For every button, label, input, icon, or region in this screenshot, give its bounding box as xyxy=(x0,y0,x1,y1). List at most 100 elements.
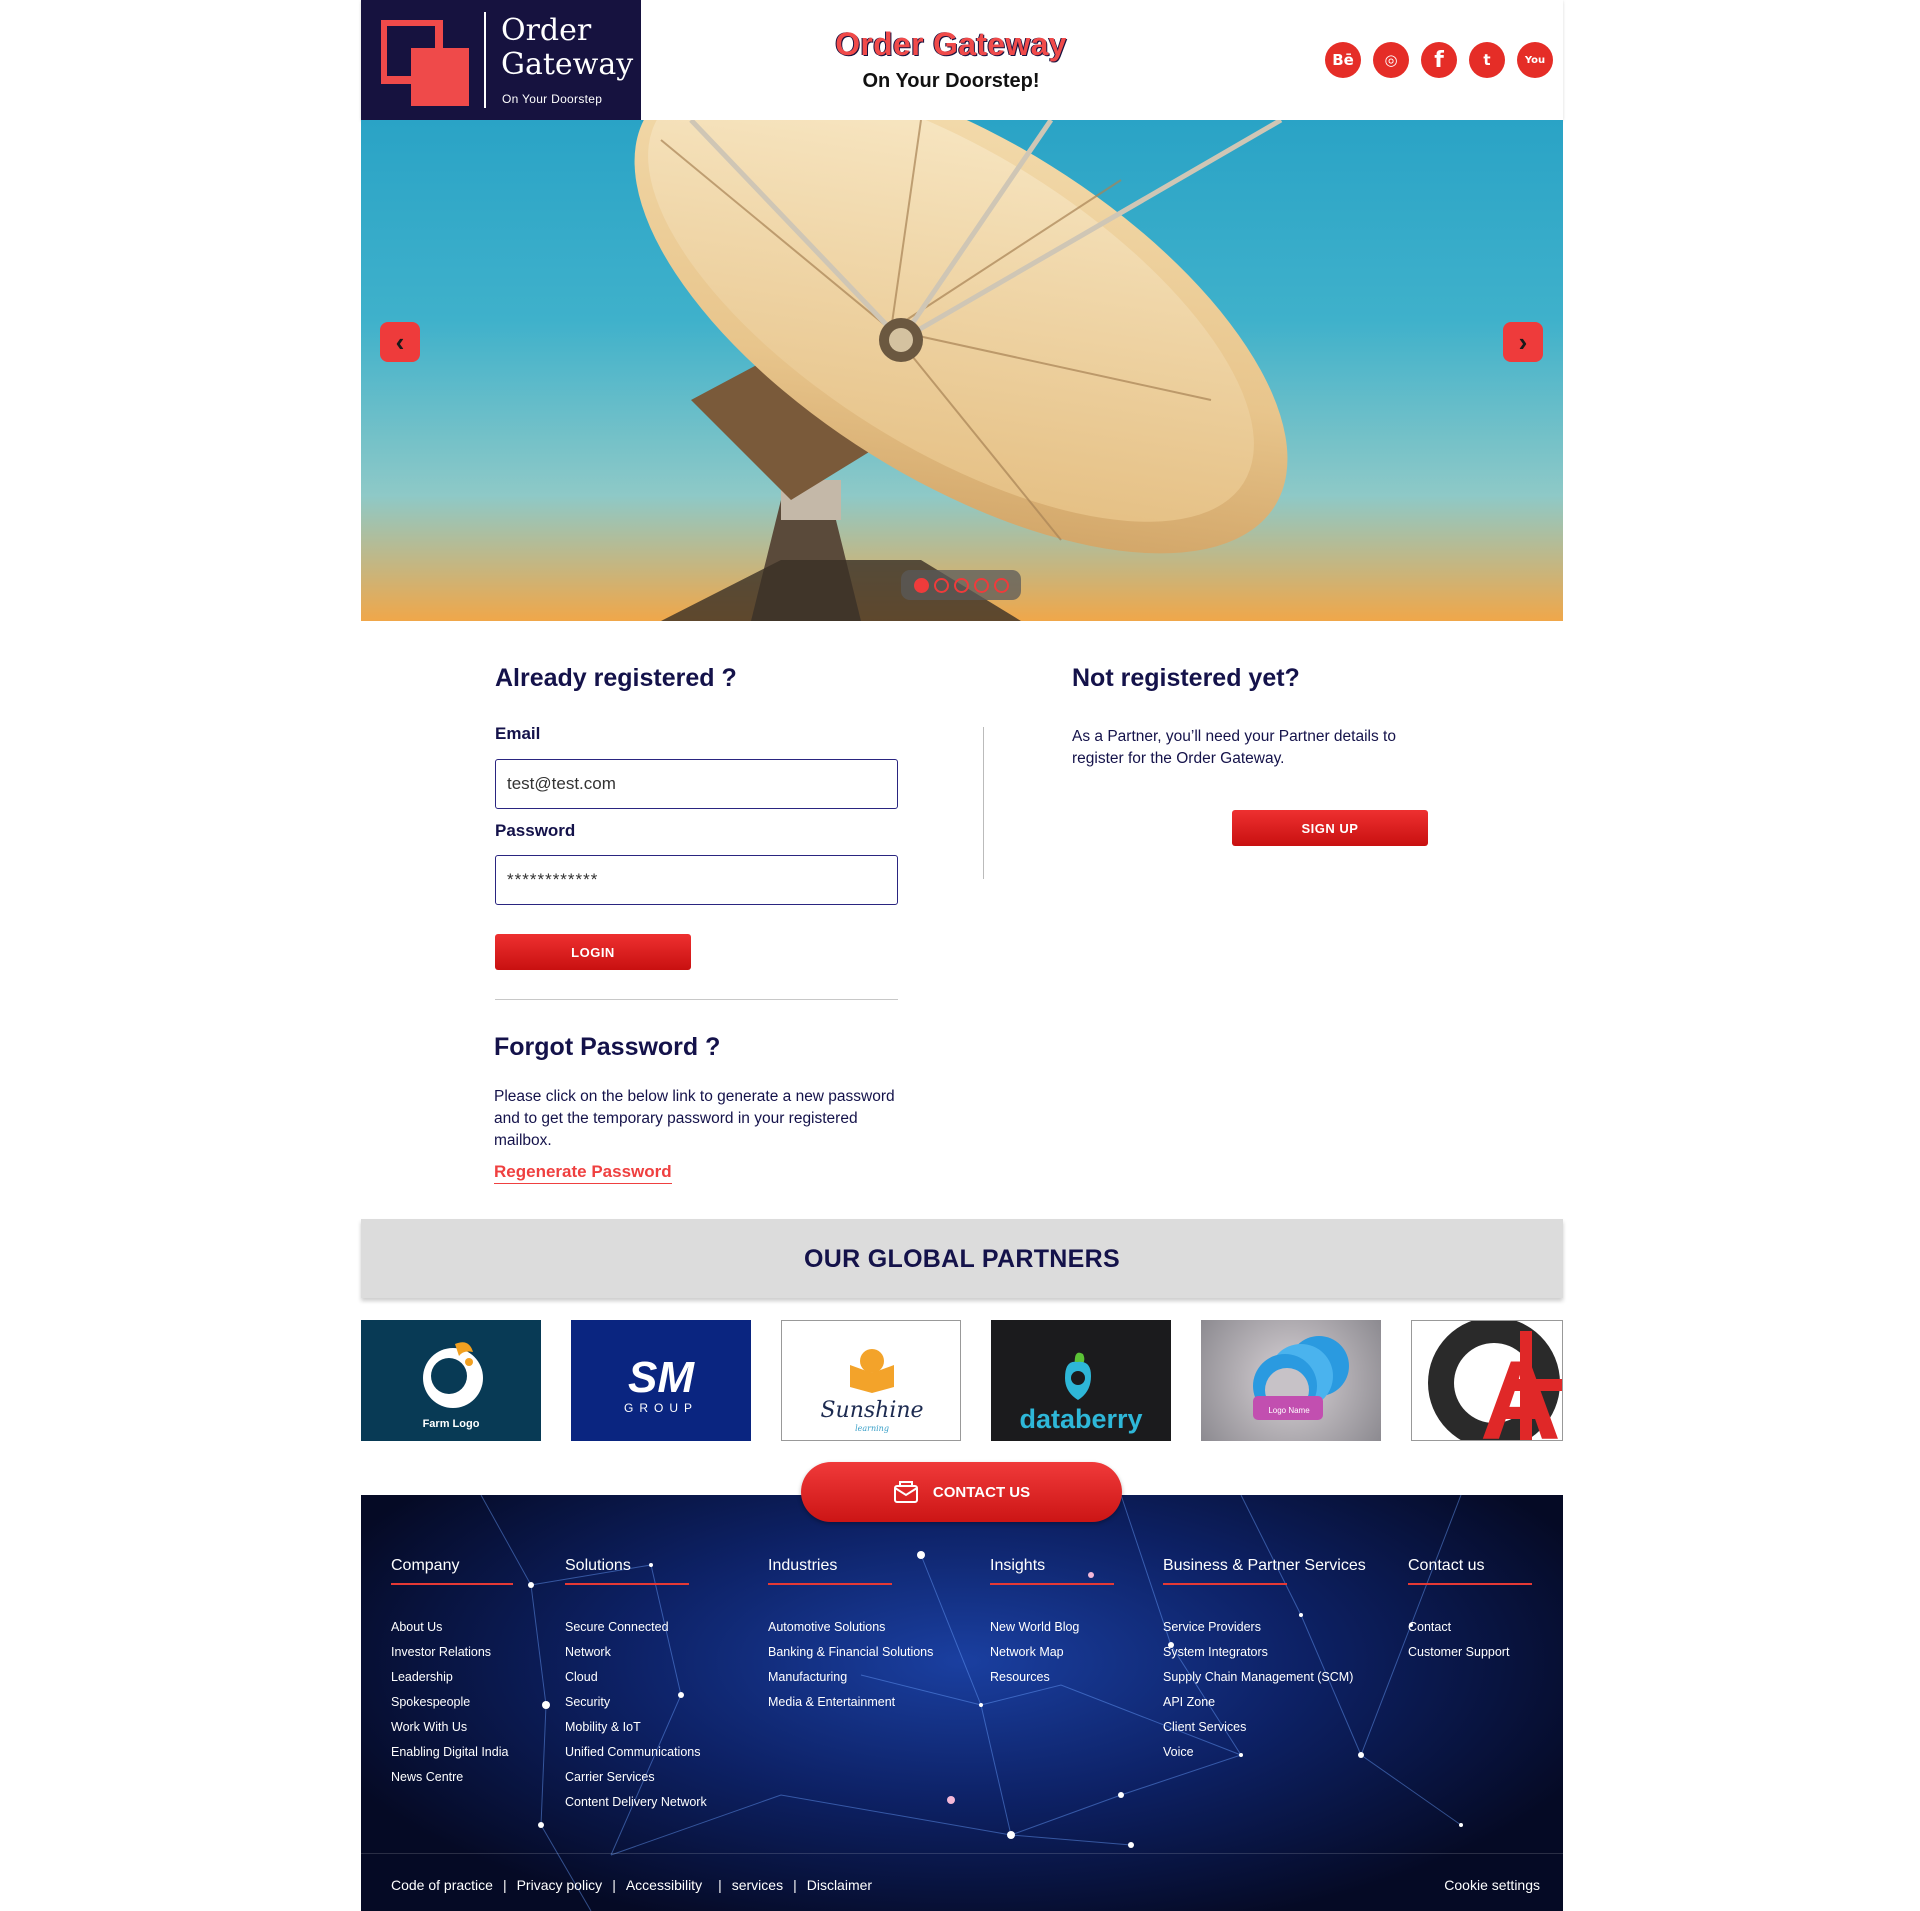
footer-heading-insights: Insights xyxy=(990,1557,1046,1574)
partner-logo-sunshine[interactable]: Sunshine learning xyxy=(781,1320,961,1441)
footer-column-insights: Insights New World Blog Network Map Reso… xyxy=(990,1557,1114,1690)
footer-link[interactable]: Service Providers xyxy=(1163,1615,1366,1640)
site-subtitle: On Your Doorstep! xyxy=(862,70,1040,92)
logo-divider xyxy=(484,12,486,108)
behance-icon[interactable]: Bē xyxy=(1325,42,1361,78)
youtube-icon[interactable]: You xyxy=(1517,42,1553,78)
swirl-logo-icon: Logo Name xyxy=(1253,1336,1349,1420)
partner-logo-sm-text: GROUP xyxy=(624,1401,698,1415)
footer-link[interactable]: Investor Relations xyxy=(391,1640,513,1665)
footer-link[interactable]: Network Map xyxy=(990,1640,1114,1665)
mail-icon xyxy=(893,1481,918,1503)
footer-link[interactable]: Security xyxy=(565,1690,707,1715)
hero-carousel: ‹ › xyxy=(361,120,1563,621)
footer-column-contact: Contact us Contact Customer Support xyxy=(1408,1557,1532,1665)
network-background-image xyxy=(480,1495,1463,1911)
partner-logo-sm-group[interactable]: SM GROUP xyxy=(571,1320,751,1441)
footer-link[interactable]: Manufacturing xyxy=(768,1665,933,1690)
partner-logo-farm-text: Farm Logo xyxy=(423,1418,480,1430)
code-of-practice-link[interactable]: Code of practice xyxy=(391,1877,493,1893)
password-field[interactable]: ************ xyxy=(495,855,898,905)
email-label: Email xyxy=(495,724,541,743)
footer-link[interactable]: Secure Connected xyxy=(565,1615,707,1640)
footer-link[interactable]: API Zone xyxy=(1163,1690,1366,1715)
footer-link[interactable]: Mobility & IoT xyxy=(565,1715,707,1740)
footer-link[interactable]: Enabling Digital India xyxy=(391,1740,513,1765)
logo-tagline: On Your Doorstep xyxy=(502,92,603,106)
footer-link[interactable]: Contact xyxy=(1408,1615,1532,1640)
partner-logo-swirl[interactable]: Logo Name xyxy=(1201,1320,1381,1441)
databerry-icon: databerry xyxy=(1019,1352,1143,1434)
sunshine-book-icon: Sunshine learning xyxy=(820,1349,924,1433)
satellite-dish-image xyxy=(634,120,1288,621)
partner-logo-databerry-text: databerry xyxy=(1019,1404,1142,1434)
footer-heading-company: Company xyxy=(391,1557,460,1574)
a4-logo-icon: A xyxy=(1428,1321,1562,1440)
footer-link[interactable]: News Centre xyxy=(391,1765,513,1790)
partner-logo-farm[interactable]: Farm Logo xyxy=(361,1320,541,1441)
partners-banner: OUR GLOBAL PARTNERS xyxy=(361,1219,1563,1298)
services-link[interactable]: services xyxy=(732,1877,783,1893)
footer-link[interactable]: Resources xyxy=(990,1665,1114,1690)
login-heading: Already registered ? xyxy=(495,664,737,692)
carousel-dot-2[interactable] xyxy=(933,577,949,593)
footer-link[interactable]: Automotive Solutions xyxy=(768,1615,933,1640)
footer-link[interactable]: Customer Support xyxy=(1408,1640,1532,1665)
facebook-icon[interactable]: f xyxy=(1421,42,1457,78)
cookie-settings-link[interactable]: Cookie settings xyxy=(1444,1877,1540,1893)
disclaimer-link[interactable]: Disclaimer xyxy=(807,1877,872,1893)
footer-heading-solutions: Solutions xyxy=(565,1557,631,1574)
footer-link[interactable]: Supply Chain Management (SCM) xyxy=(1163,1665,1366,1690)
footer-heading-business: Business & Partner Services xyxy=(1163,1557,1366,1574)
footer-link[interactable]: Leadership xyxy=(391,1665,513,1690)
carousel-next-button[interactable]: › xyxy=(1503,322,1543,362)
footer-link[interactable]: Content Delivery Network xyxy=(565,1790,707,1815)
footer-column-solutions: Solutions Secure Connected Network Cloud… xyxy=(565,1557,707,1815)
page: Order Gateway On Your Doorstep Order Gat… xyxy=(361,0,1563,1911)
contact-us-button[interactable]: CONTACT US xyxy=(801,1462,1122,1522)
partner-logo-sunshine-sub: learning xyxy=(855,1424,889,1433)
privacy-policy-link[interactable]: Privacy policy xyxy=(517,1877,603,1893)
footer-link[interactable]: Network xyxy=(565,1640,707,1665)
accessibility-link[interactable]: Accessibility xyxy=(626,1877,702,1893)
footer-link[interactable]: Voice xyxy=(1163,1740,1366,1765)
footer-link[interactable]: Client Services xyxy=(1163,1715,1366,1740)
login-divider xyxy=(495,999,898,1000)
partner-logo-databerry[interactable]: databerry xyxy=(991,1320,1171,1441)
footer-link[interactable]: Cloud xyxy=(565,1665,707,1690)
carousel-indicators xyxy=(901,570,1021,600)
carousel-dot-1[interactable] xyxy=(913,577,929,593)
svg-text:SM: SM xyxy=(628,1353,695,1402)
partner-logo-a4[interactable]: A xyxy=(1411,1320,1563,1441)
footer-link[interactable]: Carrier Services xyxy=(565,1765,707,1790)
footer-link[interactable]: Banking & Financial Solutions xyxy=(768,1640,933,1665)
forgot-password-text: Please click on the below link to genera… xyxy=(494,1088,895,1149)
carousel-prev-button[interactable]: ‹ xyxy=(380,322,420,362)
contact-us-label: CONTACT US xyxy=(932,1483,1031,1501)
footer-link[interactable]: Spokespeople xyxy=(391,1690,513,1715)
email-field[interactable]: test@test.com xyxy=(495,759,898,809)
site-title: Order Gateway xyxy=(835,26,1067,62)
carousel-dot-3[interactable] xyxy=(953,577,969,593)
brand-logo[interactable]: Order Gateway On Your Doorstep xyxy=(361,0,641,120)
login-button[interactable]: LOGIN xyxy=(495,934,691,970)
sign-up-button[interactable]: SIGN UP xyxy=(1232,810,1428,846)
footer-link[interactable]: Work With Us xyxy=(391,1715,513,1740)
link-separator: | xyxy=(502,1877,507,1893)
carousel-dot-4[interactable] xyxy=(973,577,989,593)
footer-link[interactable]: Media & Entertainment xyxy=(768,1690,933,1715)
footer-heading-industries: Industries xyxy=(768,1557,838,1574)
regenerate-password-link[interactable]: Regenerate Password xyxy=(494,1162,672,1184)
site-footer: Company About Us Investor Relations Lead… xyxy=(361,1495,1563,1911)
footer-link[interactable]: About Us xyxy=(391,1615,513,1640)
carousel-dot-5[interactable] xyxy=(993,577,1009,593)
footer-link[interactable]: Unified Communications xyxy=(565,1740,707,1765)
sm-group-logo: SM GROUP xyxy=(624,1353,698,1415)
twitter-icon[interactable]: t xyxy=(1469,42,1505,78)
partners-title: OUR GLOBAL PARTNERS xyxy=(804,1245,1120,1273)
footer-link[interactable]: System Integrators xyxy=(1163,1640,1366,1665)
forgot-password-heading: Forgot Password ? xyxy=(494,1033,721,1061)
footer-link[interactable]: New World Blog xyxy=(990,1615,1114,1640)
footer-column-company: Company About Us Investor Relations Lead… xyxy=(391,1557,513,1790)
dribbble-icon[interactable]: ◎ xyxy=(1373,42,1409,78)
